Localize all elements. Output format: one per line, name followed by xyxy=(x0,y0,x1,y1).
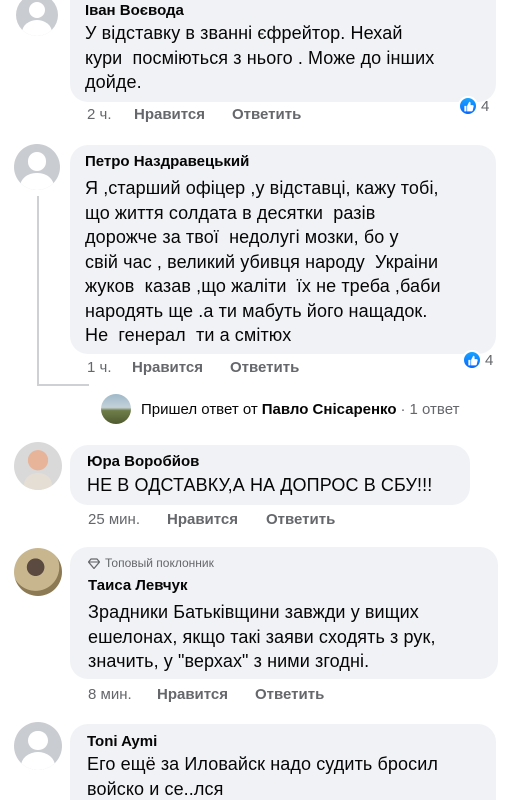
comment-author[interactable]: Іван Воєвода xyxy=(85,2,184,19)
avatar[interactable] xyxy=(14,548,62,596)
comment-author[interactable]: Таиса Левчук xyxy=(88,577,187,594)
comment-author[interactable]: Петро Наздравецький xyxy=(85,153,249,170)
top-fan-badge: Топовый поклонник xyxy=(88,556,214,570)
reaction-count: 4 xyxy=(485,351,494,369)
comment-text: Зрадники Батьківщини завжди у вищих ешел… xyxy=(88,602,436,671)
comment-text: У відставку в званні єфрейтор. Нехай кур… xyxy=(85,23,435,92)
reaction-summary[interactable]: 4 xyxy=(462,350,493,370)
like-button[interactable]: Нравится xyxy=(157,686,228,703)
view-replies-link[interactable]: Пришел ответ от Павло Снісаренко · 1 отв… xyxy=(141,401,459,418)
comment-author[interactable]: Toni Aymi xyxy=(87,733,157,750)
reaction-summary[interactable]: 4 xyxy=(458,96,489,116)
thread-line xyxy=(37,384,89,386)
like-button[interactable]: Нравится xyxy=(134,106,205,123)
avatar[interactable] xyxy=(14,144,60,190)
comment-text: НЕ В ОДСТАВКУ,А НА ДОПРОС В СБУ!!! xyxy=(87,475,433,495)
like-thumbs-up-icon xyxy=(462,350,482,370)
badge-label: Топовый поклонник xyxy=(105,556,214,570)
reaction-count: 4 xyxy=(481,97,490,115)
reply-button[interactable]: Ответить xyxy=(232,106,301,123)
avatar[interactable] xyxy=(16,0,58,36)
comment-time[interactable]: 2 ч. xyxy=(87,106,112,123)
reply-button[interactable]: Ответить xyxy=(255,686,324,703)
reply-button[interactable]: Ответить xyxy=(230,359,299,376)
comment-time[interactable]: 1 ч. xyxy=(87,359,112,376)
comment-text: Его ещё за Иловайск надо судить бросил в… xyxy=(87,754,438,799)
comment-author[interactable]: Юра Воробйов xyxy=(87,453,199,470)
comment-time[interactable]: 8 мин. xyxy=(88,686,132,703)
avatar[interactable] xyxy=(14,722,62,770)
comment-text: Я ,старший офіцер ,у відставці, кажу тоб… xyxy=(85,178,441,345)
replier-name[interactable]: Павло Снісаренко xyxy=(262,401,397,418)
like-button[interactable]: Нравится xyxy=(132,359,203,376)
comment-time[interactable]: 25 мин. xyxy=(88,511,140,528)
like-thumbs-up-icon xyxy=(458,96,478,116)
thread-line xyxy=(37,196,39,386)
like-button[interactable]: Нравится xyxy=(167,511,238,528)
replies-count: 1 ответ xyxy=(409,401,460,418)
separator-dot: · xyxy=(400,401,406,418)
replies-prefix: Пришел ответ от xyxy=(141,401,258,418)
reply-button[interactable]: Ответить xyxy=(266,511,335,528)
avatar[interactable] xyxy=(14,442,62,490)
replier-avatar[interactable] xyxy=(101,394,131,424)
diamond-icon xyxy=(88,557,100,569)
